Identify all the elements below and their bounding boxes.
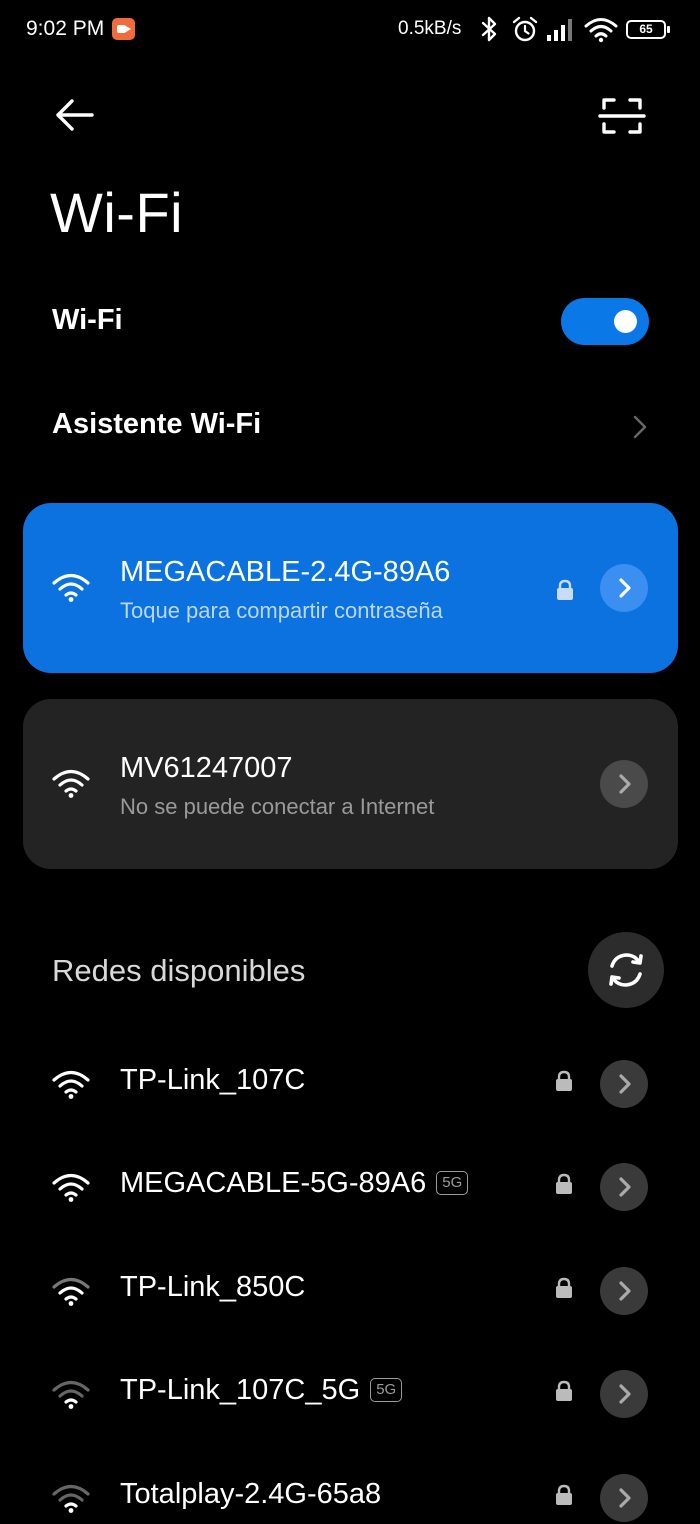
- network-ssid: TP-Link_850C: [120, 1271, 306, 1303]
- network-ssid: TP-Link_107C_5G: [120, 1374, 361, 1406]
- battery-icon: 65: [626, 20, 670, 39]
- back-button[interactable]: [48, 92, 102, 138]
- chevron-right-icon: [619, 774, 631, 794]
- network-ssid: MEGACABLE-5G-89A6: [120, 1167, 427, 1199]
- wifi-signal-icon: [52, 769, 90, 798]
- chevron-right-icon: [619, 1074, 631, 1094]
- chevron-right-icon: [619, 1177, 631, 1197]
- lock-icon: [556, 1070, 572, 1091]
- network-ssid: MV61247007: [120, 752, 293, 784]
- wifi-signal-icon: [52, 1277, 90, 1306]
- status-time: 9:02 PM: [26, 17, 105, 40]
- wifi-signal-icon: [52, 1484, 90, 1513]
- network-details-button[interactable]: [600, 1060, 648, 1108]
- scan-qr-button[interactable]: [596, 92, 648, 140]
- 5g-badge: 5G: [436, 1171, 469, 1195]
- status-bar: 9:02 PM 0.5kB/s 65: [0, 0, 700, 62]
- arrow-left-icon: [56, 99, 94, 131]
- network-ssid: TP-Link_107C: [120, 1064, 306, 1096]
- lock-icon: [556, 1380, 572, 1401]
- network-status: No se puede conectar a Internet: [120, 794, 435, 819]
- chevron-right-icon: [633, 415, 647, 439]
- screen-record-icon: [112, 18, 135, 40]
- lock-icon: [556, 1277, 572, 1298]
- page-title: Wi-Fi: [50, 181, 184, 244]
- 5g-badge: 5G: [370, 1378, 403, 1402]
- wifi-toggle-label: Wi-Fi: [52, 304, 123, 336]
- refresh-icon: [609, 953, 643, 987]
- network-details-button[interactable]: [600, 1370, 648, 1418]
- saved-network-card[interactable]: MV61247007 No se puede conectar a Intern…: [23, 699, 678, 869]
- lock-icon: [556, 1173, 572, 1194]
- toggle-knob: [614, 310, 637, 333]
- chevron-right-icon: [619, 1384, 631, 1404]
- available-network-item[interactable]: MEGACABLE-5G-89A6 5G: [0, 1147, 700, 1227]
- network-status: Toque para compartir contraseña: [120, 598, 443, 623]
- network-details-button[interactable]: [600, 1163, 648, 1211]
- lock-icon: [557, 579, 573, 600]
- available-network-item[interactable]: TP-Link_850C: [0, 1251, 700, 1331]
- available-network-item[interactable]: TP-Link_107C_5G 5G: [0, 1354, 700, 1434]
- network-ssid-wrap: MEGACABLE-5G-89A6 5G: [120, 1167, 469, 1200]
- network-details-button[interactable]: [600, 1267, 648, 1315]
- wifi-toggle[interactable]: [561, 298, 649, 345]
- wifi-signal-icon: [52, 573, 90, 602]
- chevron-right-icon: [619, 1488, 631, 1508]
- wifi-status-icon: [584, 18, 618, 43]
- bluetooth-icon: [481, 16, 497, 42]
- chevron-right-icon: [619, 1281, 631, 1301]
- available-networks-title: Redes disponibles: [52, 953, 306, 988]
- refresh-button[interactable]: [588, 932, 664, 1008]
- saved-network-card[interactable]: MEGACABLE-2.4G-89A6 Toque para compartir…: [23, 503, 678, 673]
- qr-scan-icon: [598, 98, 646, 134]
- wifi-signal-icon: [52, 1380, 90, 1409]
- network-ssid: MEGACABLE-2.4G-89A6: [120, 556, 451, 588]
- alarm-icon: [512, 16, 538, 42]
- wifi-signal-icon: [52, 1173, 90, 1202]
- network-ssid-wrap: TP-Link_107C_5G 5G: [120, 1374, 403, 1407]
- wifi-signal-icon: [52, 1070, 90, 1099]
- lock-icon: [556, 1484, 572, 1505]
- signal-icon: [547, 19, 572, 41]
- network-details-button[interactable]: [600, 564, 648, 612]
- available-network-item[interactable]: Totalplay-2.4G-65a8: [0, 1458, 700, 1524]
- network-ssid: Totalplay-2.4G-65a8: [120, 1478, 382, 1510]
- chevron-right-icon: [619, 578, 631, 598]
- network-details-button[interactable]: [600, 1474, 648, 1522]
- battery-level: 65: [639, 22, 653, 36]
- wifi-assistant-item[interactable]: Asistente Wi-Fi: [52, 408, 261, 441]
- network-speed: 0.5kB/s: [398, 18, 462, 39]
- available-network-item[interactable]: TP-Link_107C: [0, 1044, 700, 1124]
- network-details-button[interactable]: [600, 760, 648, 808]
